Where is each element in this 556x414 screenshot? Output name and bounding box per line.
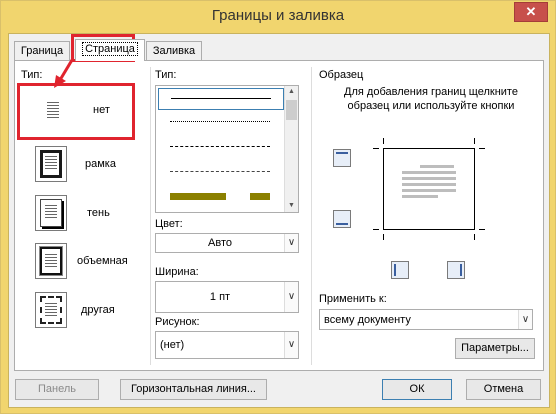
color-value: Авто (208, 237, 232, 249)
box-page-icon (35, 146, 67, 182)
art-value: (нет) (160, 339, 185, 351)
bottom-border-button[interactable] (333, 210, 351, 228)
width-label: Ширина: (155, 266, 199, 278)
custom-page-icon (35, 292, 67, 328)
horizontal-line-button[interactable]: Горизонтальная линия... (120, 379, 267, 400)
line-style-scrollbar[interactable]: ▲ ▼ (284, 86, 298, 212)
selected-line-style[interactable] (158, 88, 284, 110)
divider (311, 67, 312, 365)
type-option-shadow[interactable]: тень (35, 195, 135, 235)
color-label: Цвет: (155, 218, 183, 230)
apply-to-dropdown[interactable]: всему документу ∨ (319, 309, 533, 330)
width-dropdown[interactable]: 1 пт ∨ (155, 281, 299, 313)
art-label: Рисунок: (155, 316, 200, 328)
dashed-line-style[interactable] (170, 146, 270, 147)
title-bar: Границы и заливка ✕ (1, 1, 555, 33)
right-border-button[interactable] (447, 261, 465, 279)
type-3d-label: объемная (77, 255, 128, 267)
bottom-border-icon (336, 223, 348, 225)
type-shadow-label: тень (87, 207, 110, 219)
color-dropdown[interactable]: Авто ∨ (155, 233, 299, 253)
apply-to-label: Применить к: (319, 293, 387, 305)
chevron-down-icon[interactable]: ∨ (518, 310, 532, 329)
art-line-style-1[interactable] (170, 193, 226, 200)
art-line-style-2[interactable] (250, 193, 270, 200)
type-custom-label: другая (81, 304, 115, 316)
tab-page-border-label: Страница (82, 42, 138, 56)
type-option-custom[interactable]: другая (35, 292, 135, 332)
tab-shading-label: Заливка (152, 45, 196, 57)
dialog-window: Границы и заливка ✕ Граница Страница Зал… (0, 0, 556, 414)
tab-shading[interactable]: Заливка (146, 41, 202, 60)
line-style-listbox[interactable]: ▲ ▼ (155, 85, 299, 213)
type-box-label: рамка (85, 158, 116, 170)
type-label: Тип: (21, 69, 43, 81)
close-icon: ✕ (525, 4, 537, 19)
ok-button[interactable]: ОК (382, 379, 452, 400)
chevron-down-icon[interactable]: ∨ (284, 234, 298, 252)
scroll-up-icon[interactable]: ▲ (285, 86, 298, 98)
tab-page-border[interactable]: Страница (75, 39, 145, 61)
annotation-highlight-none (17, 83, 135, 140)
type-option-3d[interactable]: объемная (35, 243, 145, 283)
chevron-down-icon[interactable]: ∨ (284, 332, 298, 358)
cancel-button[interactable]: Отмена (466, 379, 541, 400)
panel-button[interactable]: Панель (15, 379, 99, 400)
dotted-line-style[interactable] (170, 121, 270, 122)
width-value: 1 пт (209, 291, 231, 303)
preview-label: Образец (319, 69, 364, 81)
annotation-arrow-icon (54, 59, 74, 88)
tab-panel-page-border: Тип: нет рамка тень объемная другая Тип:… (14, 60, 544, 371)
chevron-down-icon[interactable]: ∨ (284, 282, 298, 312)
window-title: Границы и заливка (211, 7, 345, 24)
options-button[interactable]: Параметры... (455, 338, 535, 359)
dash-dot-line-style[interactable] (170, 171, 270, 172)
preview-area[interactable] (383, 148, 475, 230)
close-button[interactable]: ✕ (514, 2, 548, 22)
dialog-client: Граница Страница Заливка Тип: нет рамка (8, 33, 550, 408)
left-border-icon (394, 264, 396, 276)
preview-hint: Для добавления границ щелкните образец и… (344, 86, 518, 112)
art-dropdown[interactable]: (нет) ∨ (155, 331, 299, 359)
line-type-label: Тип: (155, 69, 177, 81)
shadow-page-icon (35, 195, 67, 231)
preview-text-lines (402, 165, 456, 198)
scroll-down-icon[interactable]: ▼ (285, 200, 298, 212)
type-option-box[interactable]: рамка (35, 146, 135, 186)
right-border-icon (460, 264, 462, 276)
apply-to-value: всему документу (324, 314, 411, 326)
left-border-button[interactable] (391, 261, 409, 279)
scroll-thumb[interactable] (286, 100, 297, 120)
divider (150, 67, 151, 365)
top-border-icon (336, 152, 348, 154)
tab-border-label: Граница (20, 45, 64, 57)
top-border-button[interactable] (333, 149, 351, 167)
3d-page-icon (35, 243, 67, 279)
